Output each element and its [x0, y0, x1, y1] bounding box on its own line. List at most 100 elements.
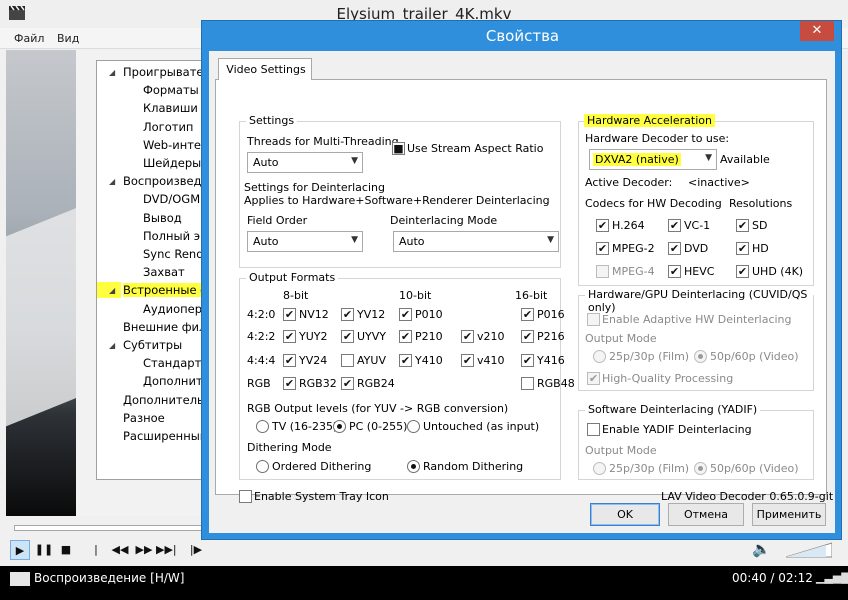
tree-expand-icon[interactable]: ◢ — [109, 286, 115, 295]
ok-button[interactable]: OK — [590, 503, 660, 526]
codec-checkbox[interactable]: ✔ — [668, 265, 681, 278]
format-checkbox[interactable]: ✔ — [521, 354, 534, 367]
prev-button[interactable]: |◀◀ — [86, 540, 106, 576]
yadif-radio-film[interactable] — [593, 462, 606, 475]
tree-item[interactable]: Форматы — [143, 83, 199, 97]
menu-view[interactable]: Вид — [57, 32, 79, 45]
deint-mode-select[interactable]: Auto ▼ — [393, 231, 559, 252]
chevron-down-icon: ▼ — [351, 235, 358, 245]
hq-processing-checkbox[interactable]: ✔ — [587, 372, 600, 385]
tree-expand-icon[interactable]: ◢ — [109, 68, 115, 77]
next-button[interactable]: ▶▶| — [156, 540, 177, 560]
format-checkbox[interactable]: ✔ — [283, 354, 296, 367]
adaptive-deint-checkbox[interactable] — [587, 313, 600, 326]
format-label: P210 — [415, 330, 443, 343]
yadif-label: Enable YADIF Deinterlacing — [602, 423, 752, 436]
format-checkbox[interactable]: ✔ — [461, 354, 474, 367]
codec-checkbox[interactable]: ✔ — [596, 242, 609, 255]
radio-ordered-dither[interactable] — [256, 460, 269, 473]
play-button[interactable]: ▶ — [10, 540, 30, 560]
tree-item[interactable]: Web-интер — [143, 138, 207, 152]
tree-item[interactable]: Встроенные ф — [123, 283, 207, 298]
tree-item[interactable]: Sync Rende — [143, 247, 207, 261]
threads-select[interactable]: Auto ▼ — [247, 152, 363, 173]
radio-random-dither[interactable] — [407, 460, 420, 473]
format-checkbox[interactable] — [521, 377, 534, 390]
format-checkbox[interactable]: ✔ — [341, 308, 354, 321]
tree-item[interactable]: Дополнительн — [123, 393, 207, 407]
cancel-button[interactable]: Отмена — [668, 503, 744, 526]
tree-item[interactable]: Субтитры — [123, 338, 182, 352]
codec-checkbox[interactable]: ✔ — [596, 219, 609, 232]
hw-decoder-value: DXVA2 (native) — [593, 153, 681, 166]
tree-item[interactable]: Расширенный — [123, 429, 207, 443]
active-decoder-value: <inactive> — [688, 176, 750, 189]
codec-checkbox[interactable]: ✔ — [668, 219, 681, 232]
tray-checkbox[interactable] — [239, 490, 252, 503]
header-16bit: 16-bit — [515, 289, 548, 302]
tree-item[interactable]: Воспроизведе — [123, 174, 207, 188]
format-label: NV12 — [299, 308, 329, 321]
format-checkbox[interactable] — [341, 354, 354, 367]
yadif-checkbox[interactable] — [587, 423, 600, 436]
stream-aspect-checkbox[interactable]: ■ — [392, 142, 405, 155]
tree-item[interactable]: Разное — [123, 411, 165, 425]
hw-decoder-select[interactable]: DXVA2 (native) ▼ — [589, 149, 717, 170]
codec-checkbox[interactable]: ✔ — [668, 242, 681, 255]
resolution-checkbox[interactable]: ✔ — [736, 219, 749, 232]
tree-item[interactable]: Шейдеры — [143, 156, 201, 170]
hw-radio-video[interactable] — [694, 350, 707, 363]
volume-slider[interactable] — [786, 542, 832, 558]
close-icon[interactable]: ✕ — [800, 21, 834, 41]
tree-item[interactable]: Захват — [143, 265, 185, 279]
tree-item[interactable]: Логотип — [143, 120, 193, 134]
rewind-button[interactable]: ◀◀ — [110, 540, 130, 560]
tree-item[interactable]: Вывод — [143, 211, 182, 225]
tree-item[interactable]: DVD/OGM — [143, 192, 200, 206]
apply-button[interactable]: Применить — [752, 503, 826, 526]
format-checkbox[interactable]: ✔ — [399, 354, 412, 367]
format-label: P216 — [537, 330, 565, 343]
codec-checkbox[interactable] — [596, 265, 609, 278]
tree-expand-icon[interactable]: ◢ — [109, 177, 115, 186]
tree-item[interactable]: Полный эк — [143, 229, 207, 243]
tree-item[interactable]: Проигрывател — [123, 65, 207, 79]
format-label: YUY2 — [299, 330, 328, 343]
field-order-select[interactable]: Auto ▼ — [247, 231, 363, 252]
format-checkbox[interactable]: ✔ — [399, 308, 412, 321]
resolution-checkbox[interactable]: ✔ — [736, 242, 749, 255]
forward-button[interactable]: ▶▶ — [134, 540, 154, 560]
yadif-radio-video[interactable] — [694, 462, 707, 475]
radio-tv[interactable] — [256, 420, 269, 433]
tab-video-settings[interactable]: Video Settings — [218, 58, 312, 80]
tree-item[interactable]: Дополните — [143, 374, 207, 388]
radio-untouched[interactable] — [407, 420, 420, 433]
pause-button[interactable]: ❚❚ — [34, 540, 54, 560]
frame-step-button[interactable]: |▶ — [186, 540, 206, 560]
format-checkbox[interactable]: ✔ — [283, 308, 296, 321]
resolution-checkbox[interactable]: ✔ — [736, 265, 749, 278]
format-checkbox[interactable]: ✔ — [283, 330, 296, 343]
hw-radio-film[interactable] — [593, 350, 606, 363]
tree-item[interactable]: Аудиопере — [143, 302, 207, 316]
format-checkbox[interactable]: ✔ — [341, 330, 354, 343]
codec-label: H.264 — [612, 219, 645, 232]
tray-label: Enable System Tray Icon — [254, 490, 389, 503]
stop-button[interactable]: ■ — [56, 540, 76, 560]
format-checkbox[interactable]: ✔ — [461, 330, 474, 343]
format-checkbox[interactable]: ✔ — [341, 377, 354, 390]
radio-pc[interactable] — [333, 420, 346, 433]
volume-icon[interactable]: 🔈 — [752, 540, 771, 558]
tree-expand-icon[interactable]: ◢ — [109, 341, 115, 350]
format-checkbox[interactable]: ✔ — [521, 330, 534, 343]
format-checkbox[interactable]: ✔ — [283, 377, 296, 390]
format-checkbox[interactable]: ✔ — [521, 308, 534, 321]
menu-file[interactable]: Файл — [14, 32, 44, 45]
format-checkbox[interactable]: ✔ — [399, 330, 412, 343]
hw-accel-group-label: Hardware Acceleration — [584, 114, 715, 127]
tree-item[interactable]: Внешние фил — [123, 320, 206, 334]
row-label-rgb: RGB — [247, 377, 271, 390]
tree-item[interactable]: Клавиши — [143, 101, 198, 115]
options-tree[interactable]: ◢ Проигрывател Форматы Клавиши Логотип Web-ин… — [96, 60, 208, 480]
tree-item[interactable]: Стандартн — [143, 356, 207, 370]
